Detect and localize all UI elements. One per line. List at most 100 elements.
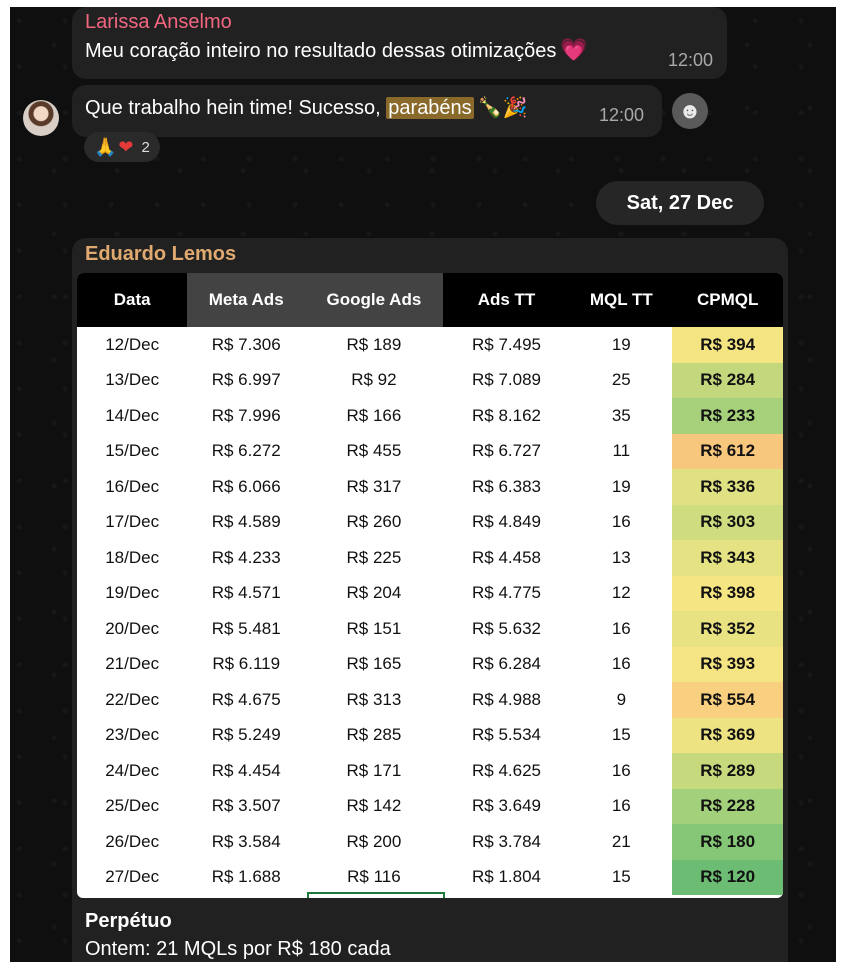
message-bubble-reply[interactable]: Que trabalho hein time! Sucesso, parabén…	[72, 85, 662, 137]
celebration-icon: 🍾🎉	[477, 97, 528, 119]
header-meta-ads: Meta Ads	[187, 273, 306, 327]
cell-google-ads: R$ 171	[346, 760, 402, 780]
table-row: 24/Dec R$ 4.454 R$ 171 R$ 4.625 16 R$ 289	[77, 753, 783, 789]
cell-ads-tt: R$ 3.784	[472, 831, 541, 851]
message-text: Meu coração inteiro no resultado dessas …	[85, 37, 588, 63]
cell-date: 27/Dec	[105, 867, 160, 887]
table-row: 13/Dec R$ 6.997 R$ 92 R$ 7.089 25 R$ 284	[77, 362, 783, 398]
cell-meta-ads: R$ 6.997	[211, 370, 281, 390]
cell-cpmql: R$ 394	[672, 327, 783, 363]
table-row: 18/Dec R$ 4.233 R$ 225 R$ 4.458 13 R$ 343	[77, 540, 783, 576]
caption-body: Ontem: 21 MQLs por R$ 180 cada	[85, 938, 391, 960]
cell-ads-tt: R$ 4.625	[472, 760, 541, 780]
highlighted-word: parabéns	[386, 97, 474, 119]
cell-cpmql: R$ 303	[672, 504, 783, 540]
cell-google-ads: R$ 116	[347, 867, 401, 887]
cell-cpmql: R$ 369	[672, 717, 783, 753]
data-table: Data Meta Ads Google Ads Ads TT MQL TT C…	[77, 273, 783, 895]
cell-mql-tt: 16	[611, 654, 631, 674]
message-text-body: Meu coração inteiro no resultado dessas …	[85, 40, 557, 62]
table-row: 14/Dec R$ 7.996 R$ 166 R$ 8.162 35 R$ 233	[77, 398, 783, 434]
cell-ads-tt: R$ 7.089	[472, 370, 541, 390]
cell-meta-ads: R$ 3.507	[211, 796, 281, 816]
cell-cpmql: R$ 180	[672, 824, 783, 860]
cell-google-ads: R$ 92	[351, 370, 397, 390]
cell-mql-tt: 25	[611, 370, 631, 390]
table-row: 21/Dec R$ 6.119 R$ 165 R$ 6.284 16 R$ 393	[77, 646, 783, 682]
cell-date: 13/Dec	[105, 370, 160, 390]
table-row: 23/Dec R$ 5.249 R$ 285 R$ 5.534 15 R$ 369	[77, 717, 783, 753]
message-bubble-table[interactable]: Eduardo Lemos Data Meta Ads Google Ads A…	[72, 238, 788, 962]
cell-google-ads: R$ 165	[346, 654, 402, 674]
cell-ads-tt: R$ 4.849	[472, 512, 541, 532]
cell-date: 23/Dec	[105, 725, 160, 745]
cell-ads-tt: R$ 5.632	[472, 618, 541, 638]
table-image[interactable]: Data Meta Ads Google Ads Ads TT MQL TT C…	[77, 273, 783, 898]
cell-meta-ads: R$ 6.119	[212, 654, 281, 674]
cell-cpmql: R$ 554	[672, 682, 783, 718]
cell-cpmql: R$ 352	[672, 611, 783, 647]
cell-google-ads: R$ 317	[346, 476, 402, 496]
cell-meta-ads: R$ 7.996	[211, 405, 281, 425]
cell-mql-tt: 15	[611, 725, 631, 745]
cell-ads-tt: R$ 4.988	[472, 689, 541, 709]
cell-cpmql: R$ 343	[672, 540, 783, 576]
cell-mql-tt: 11	[612, 441, 631, 461]
cell-cpmql: R$ 228	[672, 788, 783, 824]
cell-mql-tt: 9	[616, 689, 627, 709]
reaction-count: 2	[141, 138, 150, 156]
cell-google-ads: R$ 313	[346, 689, 402, 709]
table-row: 17/Dec R$ 4.589 R$ 260 R$ 4.849 16 R$ 303	[77, 504, 783, 540]
cell-date: 12/Dec	[105, 334, 160, 354]
cell-meta-ads: R$ 6.272	[211, 441, 281, 461]
cell-date: 14/Dec	[105, 405, 160, 425]
date-separator: Sat, 27 Dec	[596, 181, 764, 225]
sender-name[interactable]: Larissa Anselmo	[85, 11, 232, 34]
header-mql-tt: MQL TT	[570, 273, 673, 327]
sender-name[interactable]: Eduardo Lemos	[85, 243, 236, 266]
header-google-ads: Google Ads	[305, 273, 443, 327]
message-bubble-larissa[interactable]: Larissa Anselmo Meu coração inteiro no r…	[72, 7, 727, 79]
cell-google-ads: R$ 166	[346, 405, 402, 425]
cell-cpmql: R$ 393	[672, 646, 783, 682]
heart-icon: ❤	[118, 136, 134, 157]
cell-cpmql: R$ 398	[672, 575, 783, 611]
cell-meta-ads: R$ 5.481	[211, 618, 281, 638]
cell-mql-tt: 19	[611, 334, 631, 354]
reactions-bar[interactable]: 🙏 ❤ 2	[84, 132, 160, 162]
cell-google-ads: R$ 200	[346, 831, 402, 851]
cell-meta-ads: R$ 5.249	[211, 725, 281, 745]
cell-cpmql: R$ 233	[672, 398, 783, 434]
cell-cpmql: R$ 289	[672, 753, 783, 789]
cell-ads-tt: R$ 7.495	[472, 334, 541, 354]
cell-date: 20/Dec	[105, 618, 160, 638]
cell-mql-tt: 13	[611, 547, 631, 567]
header-cpmql: CPMQL	[672, 273, 783, 327]
cell-meta-ads: R$ 4.571	[211, 583, 281, 603]
cell-ads-tt: R$ 6.727	[472, 441, 541, 461]
cell-ads-tt: R$ 6.284	[472, 654, 541, 674]
cell-date: 19/Dec	[105, 583, 160, 603]
cell-mql-tt: 19	[611, 476, 631, 496]
cell-ads-tt: R$ 4.775	[472, 583, 541, 603]
cell-date: 16/Dec	[105, 476, 160, 496]
table-row: 25/Dec R$ 3.507 R$ 142 R$ 3.649 16 R$ 228	[77, 788, 783, 824]
header-data: Data	[77, 273, 188, 327]
add-reaction-button[interactable]: ☻	[672, 93, 708, 129]
cell-date: 25/Dec	[105, 796, 160, 816]
cell-cpmql: R$ 612	[672, 433, 783, 469]
avatar[interactable]	[23, 100, 59, 136]
cell-google-ads: R$ 142	[346, 796, 402, 816]
message-text-body: Que trabalho hein time! Sucesso,	[85, 97, 387, 119]
cell-mql-tt: 16	[611, 618, 631, 638]
cell-date: 21/Dec	[105, 654, 160, 674]
table-row: 16/Dec R$ 6.066 R$ 317 R$ 6.383 19 R$ 336	[77, 469, 783, 505]
selected-cell-outline	[307, 892, 445, 898]
pink-heart-icon: 💗	[560, 37, 588, 62]
cell-google-ads: R$ 260	[346, 512, 402, 532]
header-ads-tt: Ads TT	[442, 273, 571, 327]
table-row: 20/Dec R$ 5.481 R$ 151 R$ 5.632 16 R$ 352	[77, 611, 783, 647]
table-row: 26/Dec R$ 3.584 R$ 200 R$ 3.784 21 R$ 180	[77, 824, 783, 860]
cell-meta-ads: R$ 6.066	[211, 476, 281, 496]
cell-ads-tt: R$ 3.649	[472, 796, 541, 816]
